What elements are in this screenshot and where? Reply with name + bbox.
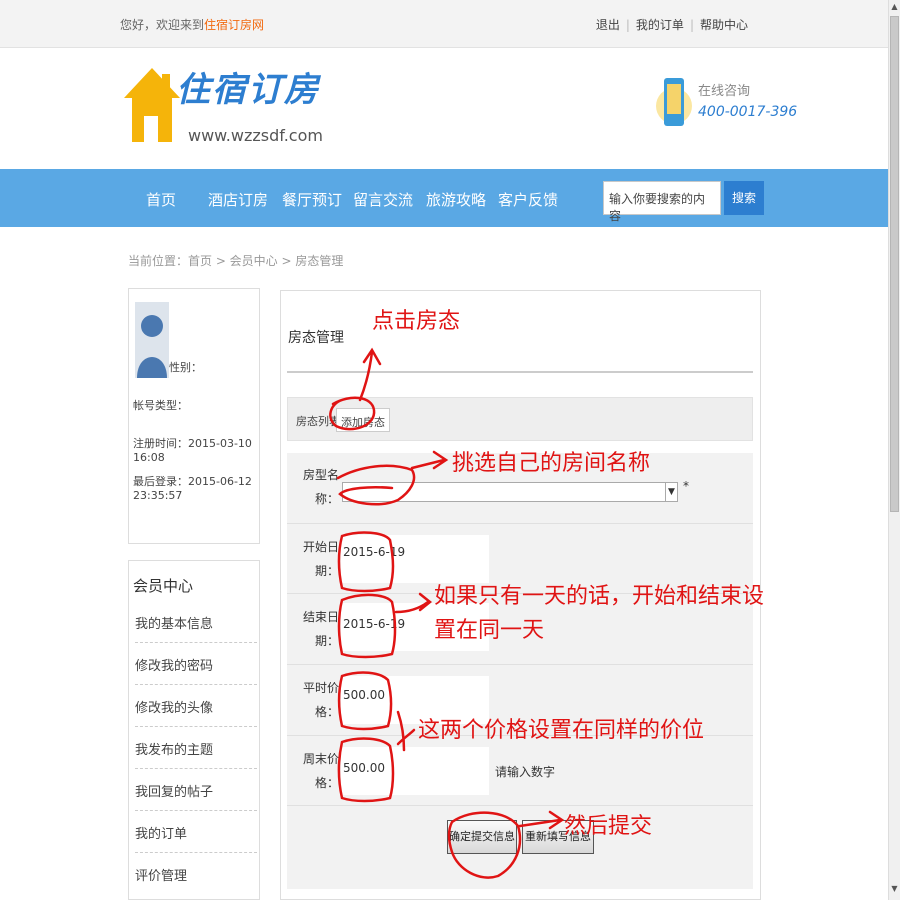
add-room-state-form: 房型名称： ▼ * 开始日期： 2015-6-19 结束日期： 2015-6-1… bbox=[287, 453, 753, 889]
account-type: 帐号类型： bbox=[133, 399, 188, 412]
tab-add-room-state[interactable]: 添加房态 bbox=[336, 408, 390, 432]
start-date-label: 开始日期： bbox=[302, 540, 339, 578]
register-time: 注册时间：2015-03-10 16:08 bbox=[133, 437, 252, 464]
end-date-label: 结束日期： bbox=[302, 610, 339, 648]
page-title: 房态管理 bbox=[288, 330, 344, 346]
room-type-label: 房型名称： bbox=[302, 468, 339, 506]
top-bar: 您好，欢迎来到住宿订房网 退出 | 我的订单 | 帮助中心 bbox=[0, 0, 888, 48]
profile-card: 性别： 帐号类型： 注册时间：2015-03-10 16:08 最后登录：201… bbox=[128, 288, 260, 544]
menu-item-my-topics[interactable]: 我发布的主题 bbox=[135, 727, 257, 769]
nav-item-travel[interactable]: 旅游攻略 bbox=[426, 189, 486, 210]
breadcrumb: 当前位置：首页 > 会员中心 > 房态管理 bbox=[128, 254, 344, 268]
last-login: 最后登录：2015-06-12 23:35:57 bbox=[133, 475, 252, 502]
menu-item-change-avatar[interactable]: 修改我的头像 bbox=[135, 685, 257, 727]
menu-item-change-password[interactable]: 修改我的密码 bbox=[135, 643, 257, 685]
menu-item-my-replies[interactable]: 我回复的帖子 bbox=[135, 769, 257, 811]
annotation-pick-room-name: 挑选自己的房间名称 bbox=[452, 451, 651, 476]
member-menu: 会员中心 我的基本信息 修改我的密码 修改我的头像 我发布的主题 我回复的帖子 … bbox=[128, 560, 260, 900]
annotation-click-room-state: 点击房态 bbox=[372, 309, 461, 334]
search-button[interactable]: 搜索 bbox=[724, 181, 764, 215]
room-type-select[interactable]: ▼ bbox=[342, 482, 678, 502]
weekday-price-label: 平时价格： bbox=[302, 681, 339, 719]
row-divider bbox=[287, 664, 753, 665]
annotation-then-submit: 然后提交 bbox=[564, 814, 653, 839]
top-links: 退出 | 我的订单 | 帮助中心 bbox=[595, 18, 748, 32]
scroll-down-arrow-icon[interactable]: ▼ bbox=[889, 884, 900, 898]
nav-item-home[interactable]: 首页 bbox=[146, 189, 176, 210]
house-logo-icon[interactable] bbox=[122, 66, 182, 146]
weekend-price-input[interactable]: 500.00 bbox=[341, 747, 489, 795]
start-date-input[interactable]: 2015-6-19 bbox=[341, 535, 489, 583]
nav-item-message[interactable]: 留言交流 bbox=[353, 189, 413, 210]
menu-item-reviews[interactable]: 评价管理 bbox=[135, 853, 257, 895]
hotline-label: 在线咨询 bbox=[698, 84, 751, 99]
member-menu-title: 会员中心 bbox=[133, 577, 194, 595]
title-divider bbox=[287, 371, 753, 373]
nav-item-feedback[interactable]: 客户反馈 bbox=[498, 189, 558, 210]
submit-button[interactable]: 确定提交信息 bbox=[447, 820, 517, 854]
required-mark: * bbox=[683, 479, 689, 493]
number-hint: 请输入数字 bbox=[495, 765, 556, 779]
annotation-same-price: 这两个价格设置在同样的价位 bbox=[418, 718, 705, 743]
annotation-same-day-line1: 如果只有一天的话，开始和结束设 bbox=[434, 584, 765, 609]
row-divider bbox=[287, 523, 753, 524]
annotation-same-day-line2: 置在同一天 bbox=[434, 618, 545, 643]
logo-url: www.wzzsdf.com bbox=[188, 126, 323, 145]
weekend-price-label: 周末价格： bbox=[302, 752, 339, 790]
logo-text[interactable]: 住宿订房 bbox=[176, 62, 320, 111]
scroll-up-arrow-icon[interactable]: ▲ bbox=[889, 2, 900, 16]
welcome-prefix: 您好，欢迎来到 bbox=[120, 18, 205, 32]
row-divider bbox=[287, 805, 753, 806]
phone-icon bbox=[656, 78, 692, 126]
page-scrollbar[interactable]: ▲ ▼ bbox=[888, 0, 900, 900]
nav-item-hotel[interactable]: 酒店订房 bbox=[208, 189, 268, 210]
tab-bar: 房态列表 添加房态 bbox=[287, 397, 753, 441]
logout-link[interactable]: 退出 bbox=[596, 18, 620, 32]
gender-label: 性别： bbox=[169, 361, 202, 374]
chevron-down-icon: ▼ bbox=[665, 483, 677, 501]
welcome-text: 您好，欢迎来到住宿订房网 bbox=[120, 16, 264, 33]
scroll-thumb[interactable] bbox=[890, 16, 899, 512]
avatar bbox=[135, 302, 169, 378]
site-name-link[interactable]: 住宿订房网 bbox=[204, 18, 264, 32]
menu-item-basic-info[interactable]: 我的基本信息 bbox=[135, 601, 257, 643]
my-orders-link[interactable]: 我的订单 bbox=[636, 18, 684, 32]
menu-item-my-orders[interactable]: 我的订单 bbox=[135, 811, 257, 853]
hotline-number: 400-0017-396 bbox=[698, 104, 798, 120]
help-center-link[interactable]: 帮助中心 bbox=[700, 18, 748, 32]
search-input[interactable]: 输入你要搜索的内容 bbox=[603, 181, 721, 223]
nav-item-restaurant[interactable]: 餐厅预订 bbox=[282, 189, 342, 210]
